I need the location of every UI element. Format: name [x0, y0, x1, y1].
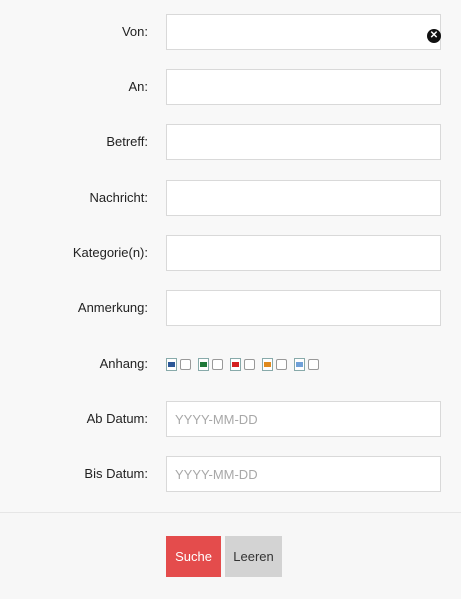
attachment-label: Anhang:	[99, 356, 148, 371]
subject-input[interactable]	[166, 124, 441, 160]
remark-input[interactable]	[166, 290, 441, 326]
row-subject: Betreff:	[0, 124, 461, 160]
message-label: Nachricht:	[89, 190, 148, 205]
attachment-type-checkbox[interactable]	[212, 358, 223, 370]
row-to: An:	[0, 69, 461, 105]
word-document-icon	[166, 357, 177, 371]
excel-spreadsheet-icon	[198, 357, 209, 371]
clear-field-icon[interactable]: ✕	[427, 29, 441, 43]
search-button[interactable]: Suche	[166, 536, 221, 577]
row-date-from: Ab Datum:	[0, 401, 461, 437]
search-form: Von: ✕ An: Betreff: Nachricht: Kategorie…	[0, 0, 461, 512]
categories-label: Kategorie(n):	[72, 245, 148, 260]
categories-input[interactable]	[166, 235, 441, 271]
attachment-type-checkbox[interactable]	[244, 358, 255, 370]
date-to-label: Bis Datum:	[84, 466, 148, 481]
message-input[interactable]	[166, 180, 441, 216]
action-bar: Suche Leeren	[0, 513, 461, 599]
from-label: Von:	[121, 24, 148, 39]
to-label: An:	[128, 79, 148, 94]
pdf-document-icon	[230, 357, 241, 371]
attachment-type-checkbox[interactable]	[308, 358, 319, 370]
subject-label: Betreff:	[106, 134, 148, 149]
row-attachment: Anhang:	[0, 346, 461, 382]
attachment-type-checkbox[interactable]	[276, 358, 287, 370]
attachment-type-filters	[166, 357, 326, 371]
attachment-type-checkbox[interactable]	[180, 358, 191, 370]
date-from-input[interactable]	[166, 401, 441, 437]
date-to-input[interactable]	[166, 456, 441, 492]
row-categories: Kategorie(n):	[0, 235, 461, 271]
row-from: Von: ✕	[0, 14, 461, 50]
image-file-icon	[262, 357, 273, 371]
clear-button[interactable]: Leeren	[225, 536, 282, 577]
row-remark: Anmerkung:	[0, 290, 461, 326]
date-from-label: Ab Datum:	[86, 411, 148, 426]
remark-label: Anmerkung:	[77, 300, 148, 315]
generic-document-icon	[294, 357, 305, 371]
to-input[interactable]	[166, 69, 441, 105]
row-message: Nachricht:	[0, 180, 461, 216]
from-input[interactable]	[166, 14, 441, 50]
row-date-to: Bis Datum:	[0, 456, 461, 492]
